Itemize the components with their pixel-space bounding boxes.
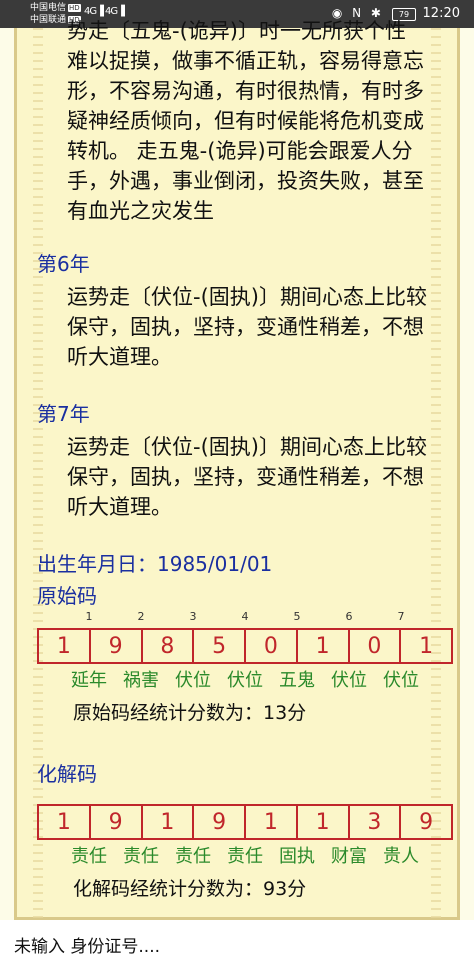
code-digit: 1 (298, 630, 350, 662)
footer-note: 未输入 身份证号.... (0, 920, 474, 966)
star-label: 伏位 (383, 670, 419, 691)
code-digit: 1 (143, 806, 195, 838)
fortune-page[interactable]: 势走〔五鬼-(诡异)〕时一无所获个性 难以捉摸，做事不循正轨，容易得意忘 形，不… (14, 19, 460, 920)
index-label: 6 (345, 610, 353, 623)
resolved-code-row: 1 9 1 9 1 1 3 9 (37, 804, 453, 840)
resolved-code-labels: 责任 责任 责任 责任 固执 财富 贵人 (37, 842, 453, 867)
code-digit: 9 (91, 806, 143, 838)
star-label: 伏位 (175, 670, 211, 691)
original-code-heading: 原始码 (37, 584, 97, 608)
year-7-paragraph: 运势走〔伏位-(固执)〕期间心态上比较 保守，固执，坚持，变通性稍差，不想 听大… (67, 435, 427, 519)
code-digit: 1 (246, 806, 298, 838)
code-digit: 1 (298, 806, 350, 838)
fortune-paragraph-5: 势走〔五鬼-(诡异)〕时一无所获个性 难以捉摸，做事不循正轨，容易得意忘 形，不… (67, 19, 424, 223)
birth-date: 出生年月日：1985/01/01 (37, 552, 273, 576)
star-label: 贵人 (383, 846, 419, 867)
index-label: 2 (137, 610, 145, 623)
code-digit: 1 (39, 806, 91, 838)
star-label: 财富 (331, 846, 367, 867)
code-digit: 5 (194, 630, 246, 662)
star-label: 责任 (123, 846, 159, 867)
index-label: 3 (189, 610, 197, 623)
star-label: 祸害 (123, 670, 159, 691)
carrier-1: 中国电信 (30, 3, 67, 13)
index-label: 7 (397, 610, 405, 623)
code-digit: 1 (419, 633, 434, 659)
code-digit: 8 (143, 630, 195, 662)
year-7-heading: 第7年 (37, 402, 90, 426)
code-digit: 9 (419, 809, 434, 835)
index-label: 1 (85, 610, 93, 623)
original-code-indices: 1 2 3 4 5 6 7 (37, 610, 453, 626)
star-label: 五鬼 (279, 670, 315, 691)
star-label: 责任 (71, 846, 107, 867)
year-6-heading: 第6年 (37, 252, 90, 276)
star-label: 固执 (279, 846, 315, 867)
code-digit: 0 (350, 630, 402, 662)
carrier-2: 中国联通 (30, 15, 67, 25)
code-digit: 3 (350, 806, 402, 838)
star-label: 延年 (71, 670, 107, 691)
star-label: 伏位 (331, 670, 367, 691)
original-code-labels: 延年 祸害 伏位 伏位 五鬼 伏位 伏位 (37, 666, 453, 691)
code-digit: 0 (246, 630, 298, 662)
original-code-row: 1 9 8 5 0 1 0 1 (37, 628, 453, 664)
star-label: 责任 (175, 846, 211, 867)
star-label: 责任 (227, 846, 263, 867)
code-digit: 1 (39, 630, 91, 662)
index-label: 4 (241, 610, 249, 623)
index-label: 5 (293, 610, 301, 623)
original-score: 原始码经统计分数为：13分 (73, 702, 307, 724)
star-label: 伏位 (227, 670, 263, 691)
year-6-paragraph: 运势走〔伏位-(固执)〕期间心态上比较 保守，固执，坚持，变通性稍差，不想 听大… (67, 285, 427, 369)
footer-text: 未输入 身份证号.... (14, 937, 161, 957)
hd-badge-1: HD (68, 4, 81, 12)
resolved-score: 化解码经统计分数为：93分 (73, 878, 307, 900)
code-digit: 9 (194, 806, 246, 838)
resolved-code-heading: 化解码 (37, 762, 97, 786)
code-digit: 9 (91, 630, 143, 662)
